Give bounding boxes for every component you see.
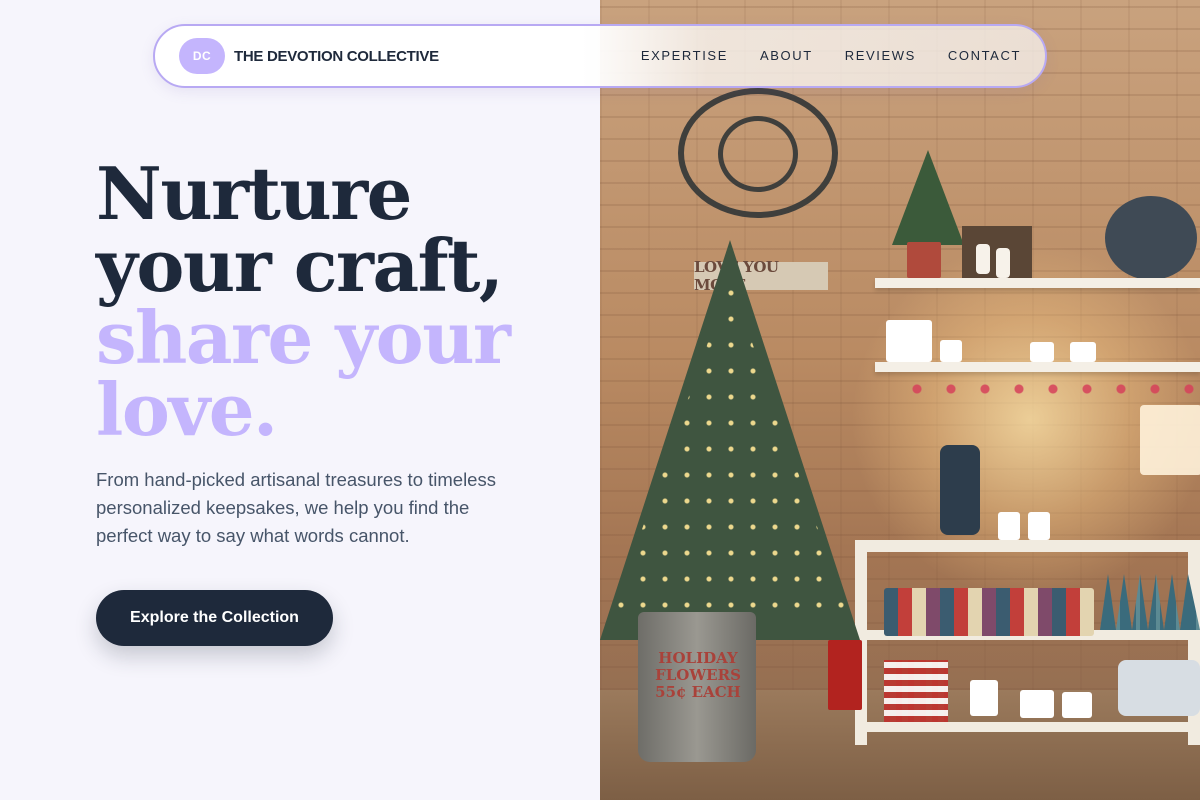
mug-basket	[886, 320, 932, 362]
lamp	[1140, 405, 1200, 475]
mug	[970, 680, 998, 716]
hero-description: From hand-picked artisanal treasures to …	[96, 469, 496, 546]
tin-row	[884, 588, 1094, 636]
tree-pot	[907, 242, 941, 278]
compass-star-decor	[718, 116, 798, 192]
potted-tree	[892, 150, 964, 245]
mug	[998, 512, 1020, 540]
teacup	[1062, 692, 1092, 718]
teacup	[1020, 690, 1054, 718]
logo-badge[interactable]: DC	[179, 38, 225, 74]
nav-link-reviews[interactable]: REVIEWS	[845, 48, 916, 63]
nav-link-about[interactable]: ABOUT	[760, 48, 813, 63]
hero-photo: LOVE YOU MORE HOLIDAY FLOWERS 55¢ EACH	[600, 0, 1200, 800]
wall-shelf-upper	[875, 278, 1200, 288]
mug	[1070, 342, 1096, 362]
mug	[1028, 512, 1050, 540]
explore-collection-button[interactable]: Explore the Collection	[96, 590, 333, 646]
hero-headline: Nurture your craft, share your love.	[96, 151, 511, 452]
metal-tray	[1118, 660, 1200, 716]
headline-line-1: Nurture	[96, 151, 412, 236]
top-navigation: DC THE DEVOTION COLLECTIVE EXPERTISE ABO…	[153, 24, 1047, 88]
mug	[940, 340, 962, 362]
merry-christmas-banner	[900, 378, 1200, 406]
headline-line-4: love.	[96, 367, 278, 452]
headline-line-3: share your	[96, 295, 511, 380]
nav-links: EXPERTISE ABOUT REVIEWS CONTACT	[641, 48, 1021, 63]
gingham-basket	[884, 660, 948, 722]
nav-link-contact[interactable]: CONTACT	[948, 48, 1021, 63]
coffee-dispenser	[940, 445, 980, 535]
bucket-label: HOLIDAY FLOWERS 55¢ EACH	[655, 649, 741, 701]
cabinet-shelf	[855, 722, 1200, 732]
wall-shelf-lower	[875, 362, 1200, 372]
mug	[1030, 342, 1054, 362]
headline-line-2: your craft,	[96, 223, 504, 308]
red-pail	[828, 640, 862, 710]
brand-name[interactable]: THE DEVOTION COLLECTIVE	[234, 48, 439, 65]
nav-link-expertise[interactable]: EXPERTISE	[641, 48, 728, 63]
enamel-pan	[1105, 196, 1197, 280]
milk-jar	[976, 244, 990, 274]
milk-jar	[996, 248, 1010, 278]
